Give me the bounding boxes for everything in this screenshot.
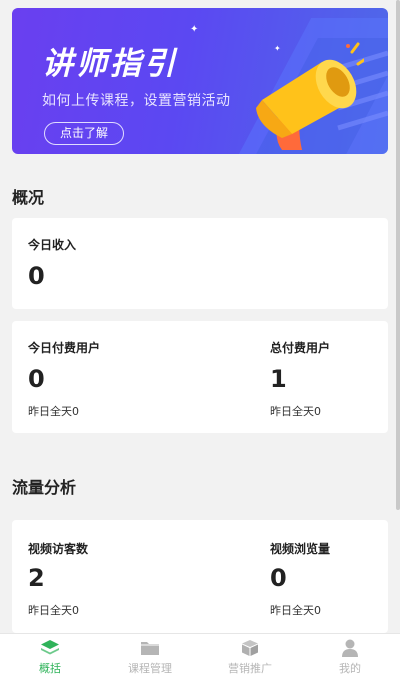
tab-overview-label: 概括 [39, 662, 61, 675]
video-views-yesterday: 昨日全天0 [270, 604, 321, 617]
today-income-card[interactable]: 今日收入 0 [12, 218, 388, 309]
video-visitors-label: 视频访客数 [28, 542, 89, 556]
banner-title: 讲师指引 [42, 46, 178, 82]
learn-more-button[interactable]: 点击了解 [44, 122, 124, 145]
total-paid-users-yesterday: 昨日全天0 [270, 405, 321, 418]
megaphone-icon [256, 42, 364, 150]
total-paid-users-value: 1 [270, 365, 287, 393]
today-paid-users-yesterday: 昨日全天0 [28, 405, 79, 418]
paid-users-card[interactable]: 今日付费用户 0 昨日全天0 总付费用户 1 昨日全天0 [12, 321, 388, 433]
scrollbar[interactable] [396, 0, 400, 510]
tab-marketing-label: 营销推广 [228, 662, 272, 675]
banner-subtitle: 如何上传课程，设置营销活动 [42, 93, 231, 109]
instructor-guide-banner[interactable]: ✦ ✦ 讲师指引 如何上传课程，设置营销活动 点击了解 [12, 8, 388, 154]
layers-icon [41, 640, 59, 655]
box-icon [242, 640, 258, 656]
user-icon [342, 639, 358, 657]
total-paid-users-label: 总付费用户 [270, 341, 331, 355]
overview-section-title: 概况 [12, 188, 45, 207]
tab-course-management[interactable]: 课程管理 [100, 634, 200, 676]
today-income-label: 今日收入 [28, 238, 77, 252]
video-visitors-yesterday: 昨日全天0 [28, 604, 79, 617]
today-paid-users-value: 0 [28, 365, 45, 393]
video-views-value: 0 [270, 564, 287, 592]
tab-course-management-label: 课程管理 [128, 662, 172, 675]
today-income-value: 0 [28, 262, 45, 290]
today-paid-users-label: 今日付费用户 [28, 341, 101, 355]
tab-overview[interactable]: 概括 [0, 634, 100, 676]
traffic-section-title: 流量分析 [12, 478, 77, 497]
tab-marketing[interactable]: 营销推广 [200, 634, 300, 676]
folder-icon [141, 642, 159, 655]
video-visitors-value: 2 [28, 564, 45, 592]
sparkle-icon: ✦ [190, 24, 199, 35]
tab-mine-label: 我的 [339, 662, 361, 675]
video-traffic-card[interactable]: 视频访客数 2 昨日全天0 视频浏览量 0 昨日全天0 [12, 520, 388, 633]
video-views-label: 视频浏览量 [270, 542, 331, 556]
bottom-tab-bar: 概括 课程管理 营销推广 我的 [0, 633, 400, 676]
tab-mine[interactable]: 我的 [300, 634, 400, 676]
